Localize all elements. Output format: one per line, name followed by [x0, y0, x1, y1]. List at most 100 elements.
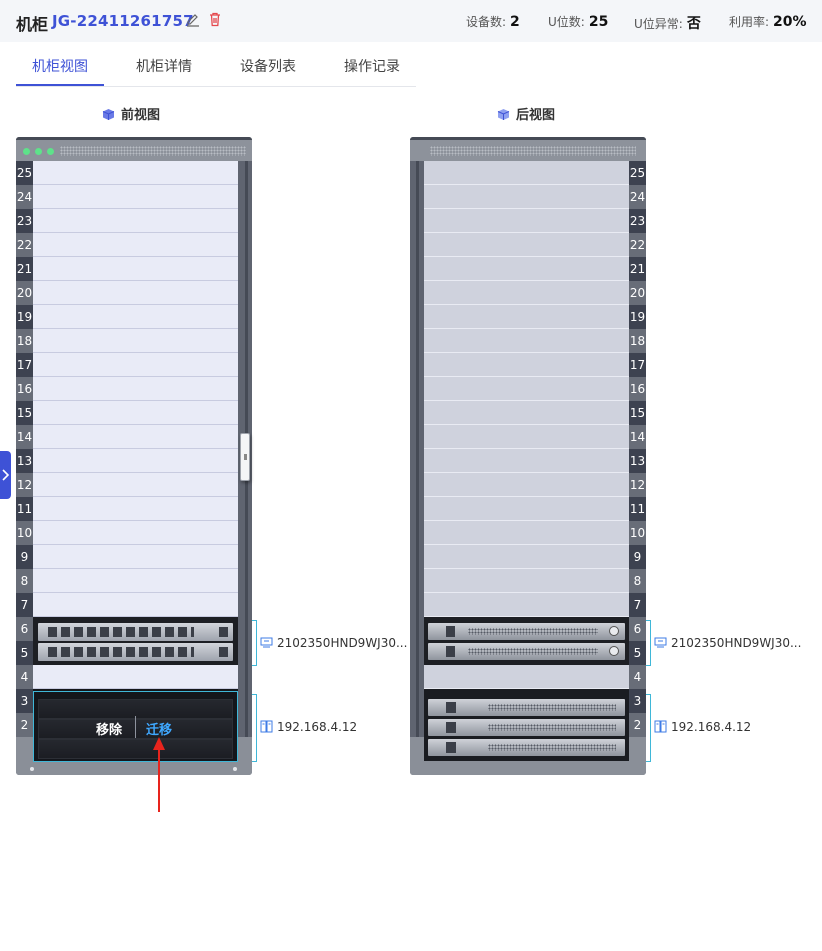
device-bracket: [646, 620, 651, 666]
front-view-label: 前视图: [121, 108, 161, 123]
delete-icon[interactable]: [208, 12, 222, 27]
rack-device-server-rear[interactable]: [424, 689, 629, 761]
u-slot[interactable]: [33, 257, 238, 281]
u-slot[interactable]: [33, 401, 238, 425]
u-slot[interactable]: [424, 665, 629, 689]
u-position-label: 7: [629, 593, 646, 617]
device-action-overlay: 移除 迁移: [33, 691, 238, 762]
u-slot[interactable]: [424, 449, 629, 473]
u-position-label: 7: [16, 593, 33, 617]
u-position-label: 16: [16, 377, 33, 401]
u-abnormal-stat: U位异常: 否: [634, 13, 701, 33]
u-position-label: 5: [629, 641, 646, 665]
stat-value: 20%: [773, 14, 807, 30]
u-slot[interactable]: [33, 209, 238, 233]
u-slot[interactable]: [424, 545, 629, 569]
u-slot[interactable]: [33, 665, 238, 689]
u-slot[interactable]: [33, 353, 238, 377]
u-position-label: 14: [629, 425, 646, 449]
u-slot[interactable]: [33, 233, 238, 257]
u-slot[interactable]: [33, 497, 238, 521]
tab-device-list[interactable]: 设备列表: [240, 56, 296, 76]
u-slot[interactable]: [424, 569, 629, 593]
u-slot[interactable]: [33, 473, 238, 497]
u-slot[interactable]: [33, 521, 238, 545]
u-position-label: 8: [16, 569, 33, 593]
u-slot[interactable]: [424, 209, 629, 233]
device-label-text: 2102350HND9WJ30...: [277, 636, 408, 650]
rack-scroll-handle[interactable]: [240, 433, 250, 481]
u-slot[interactable]: [424, 425, 629, 449]
u-slot[interactable]: [33, 377, 238, 401]
u-position-label: 24: [629, 185, 646, 209]
tab-cabinet-details[interactable]: 机柜详情: [136, 56, 192, 76]
u-slot[interactable]: [33, 185, 238, 209]
u-slot[interactable]: [424, 329, 629, 353]
back-rack: 25 24 23 22 21 20 19 18 17 16 15 14 13 12 11 10 9 8 7 6 5 4 3 2…: [410, 137, 646, 775]
u-slot[interactable]: [424, 473, 629, 497]
u-slot[interactable]: [424, 401, 629, 425]
u-slot[interactable]: [33, 593, 238, 617]
server-icon: [260, 720, 273, 733]
back-device-label-switch[interactable]: 2102350HND9WJ30...: [654, 636, 801, 650]
cube-icon: [497, 109, 510, 120]
rack-top-panel: [410, 137, 646, 161]
u-slot[interactable]: [33, 329, 238, 353]
u-slot[interactable]: [33, 569, 238, 593]
u-position-label: 9: [16, 545, 33, 569]
front-rack: 25 24 23 22 21 20 19 18 17 16 15 14 13 12 11 10 9 8 7 6 5 4 3 2…: [16, 137, 252, 775]
tab-cabinet-view[interactable]: 机柜视图: [32, 56, 88, 76]
device-bracket: [252, 694, 257, 762]
tab-operation-log[interactable]: 操作记录: [344, 56, 400, 76]
chevron-right-icon: [2, 469, 10, 481]
u-slot[interactable]: [424, 353, 629, 377]
u-slot[interactable]: [33, 161, 238, 185]
device-bracket: [252, 620, 257, 666]
u-position-label: 16: [629, 377, 646, 401]
edit-icon[interactable]: [186, 13, 200, 27]
stat-label: U位数:: [548, 15, 585, 29]
server-rear-unit: [428, 739, 625, 756]
front-device-label-switch[interactable]: 2102350HND9WJ30...: [260, 636, 407, 650]
u-slot[interactable]: [424, 305, 629, 329]
status-led: [23, 148, 30, 155]
u-slot[interactable]: [33, 425, 238, 449]
front-device-label-server[interactable]: 192.168.4.12: [260, 720, 357, 734]
switch-panel: [38, 643, 233, 661]
u-position-label: 21: [629, 257, 646, 281]
u-slot[interactable]: [424, 497, 629, 521]
move-device-button[interactable]: 迁移: [146, 719, 172, 738]
u-slot[interactable]: [424, 185, 629, 209]
rack-device-switch-rear[interactable]: [424, 617, 629, 665]
u-position-label: 20: [629, 281, 646, 305]
remove-device-button[interactable]: 移除: [96, 719, 122, 738]
stat-value: 25: [588, 14, 609, 30]
u-position-label: 14: [16, 425, 33, 449]
u-slot[interactable]: [33, 545, 238, 569]
u-slot[interactable]: [424, 377, 629, 401]
u-position-label: 12: [16, 473, 33, 497]
u-slot[interactable]: [424, 257, 629, 281]
rack-foot: [30, 767, 34, 771]
back-device-label-server[interactable]: 192.168.4.12: [654, 720, 751, 734]
u-slot[interactable]: [424, 521, 629, 545]
switch-icon: [654, 637, 667, 648]
u-slot[interactable]: [33, 281, 238, 305]
u-position-label: 18: [629, 329, 646, 353]
u-position-label: 11: [629, 497, 646, 521]
rack-vent: [60, 146, 246, 156]
rack-device-switch[interactable]: [33, 617, 238, 665]
u-slot[interactable]: [33, 449, 238, 473]
u-position-label: 5: [16, 641, 33, 665]
u-slot[interactable]: [424, 593, 629, 617]
u-slot[interactable]: [424, 233, 629, 257]
switch-rear-panel: [428, 623, 625, 640]
u-position-label: 13: [16, 449, 33, 473]
u-slot[interactable]: [33, 305, 238, 329]
sidebar-expand-button[interactable]: [0, 451, 11, 499]
u-slot[interactable]: [424, 161, 629, 185]
device-bracket: [646, 694, 651, 762]
u-slot[interactable]: [424, 281, 629, 305]
tab-bar: 机柜视图 机柜详情 设备列表 操作记录: [16, 46, 416, 87]
u-position-label: 11: [16, 497, 33, 521]
